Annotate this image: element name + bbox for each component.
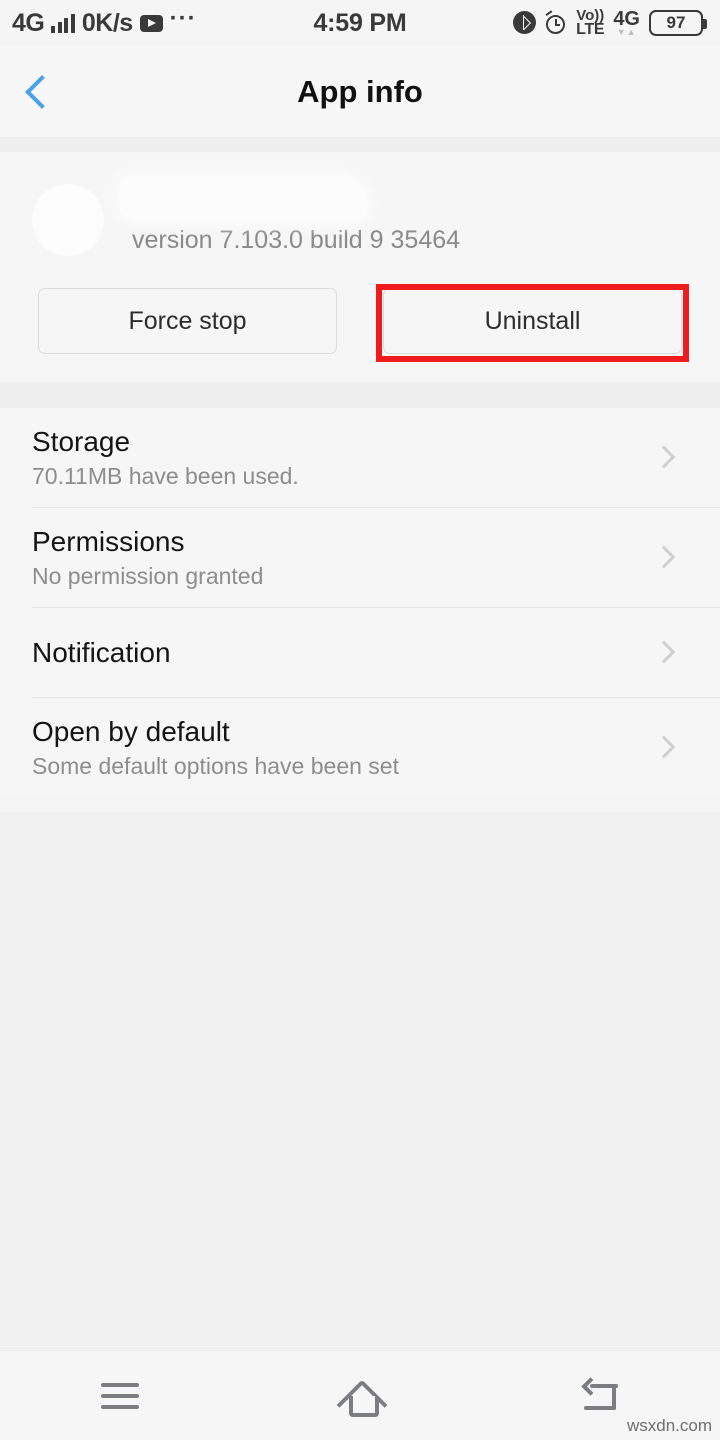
app-summary-section: version 7.103.0 build 9 35464 Force stop… [0,152,720,382]
list-item-title: Notification [32,636,171,668]
home-icon [338,1379,382,1417]
list-item-permissions[interactable]: Permissions No permission granted [0,508,720,607]
app-meta: version 7.103.0 build 9 35464 [118,174,688,255]
status-bar: 4G 0K/s ··· 4:59 PM Vo)) LTE 4G ▼▲ 97 [0,0,720,46]
recents-button[interactable] [0,1351,240,1440]
back-icon [580,1377,620,1412]
system-navigation-bar [0,1350,720,1440]
list-item-storage[interactable]: Storage 70.11MB have been used. [0,408,720,507]
app-bar: App info [0,46,720,138]
chevron-right-icon [652,446,676,469]
list-item-title: Storage [32,426,131,457]
section-gap-top [0,138,720,152]
list-item-title: Open by default [32,715,230,747]
list-item-subtitle: 70.11MB have been used. [32,463,299,490]
force-stop-button[interactable]: Force stop [38,288,337,354]
page-title: App info [297,73,423,109]
chevron-right-icon [652,735,676,759]
uninstall-button-label: Uninstall [484,306,581,335]
app-icon-redacted [32,184,104,256]
list-item-subtitle: Some default options have been set [32,752,399,779]
battery-icon: 97 [649,9,707,36]
chevron-right-icon [652,545,676,569]
app-settings-list: Storage 70.11MB have been used. Permissi… [0,408,720,797]
status-bar-clock: 4:59 PM [313,8,407,37]
home-button[interactable] [240,1351,480,1440]
uninstall-button[interactable]: Uninstall [376,284,689,362]
watermark: wsxdn.com [626,1416,712,1435]
app-version-label: version 7.103.0 build 9 35464 [132,226,461,254]
menu-icon [101,1382,139,1409]
list-item-subtitle: No permission granted [32,562,264,589]
list-item-open-by-default[interactable]: Open by default Some default options hav… [0,698,720,797]
app-identity-row: version 7.103.0 build 9 35464 [0,174,720,266]
section-gap-middle [0,382,720,408]
list-item-notification[interactable]: Notification [0,608,720,697]
alarm-clock-icon [545,10,567,34]
chevron-right-icon [652,640,676,664]
app-name-redacted [118,174,382,222]
list-item-title: Permissions [32,525,185,557]
battery-level-label: 97 [666,12,686,32]
empty-content-area [0,812,720,1350]
app-action-buttons: Force stop Uninstall [0,266,720,382]
